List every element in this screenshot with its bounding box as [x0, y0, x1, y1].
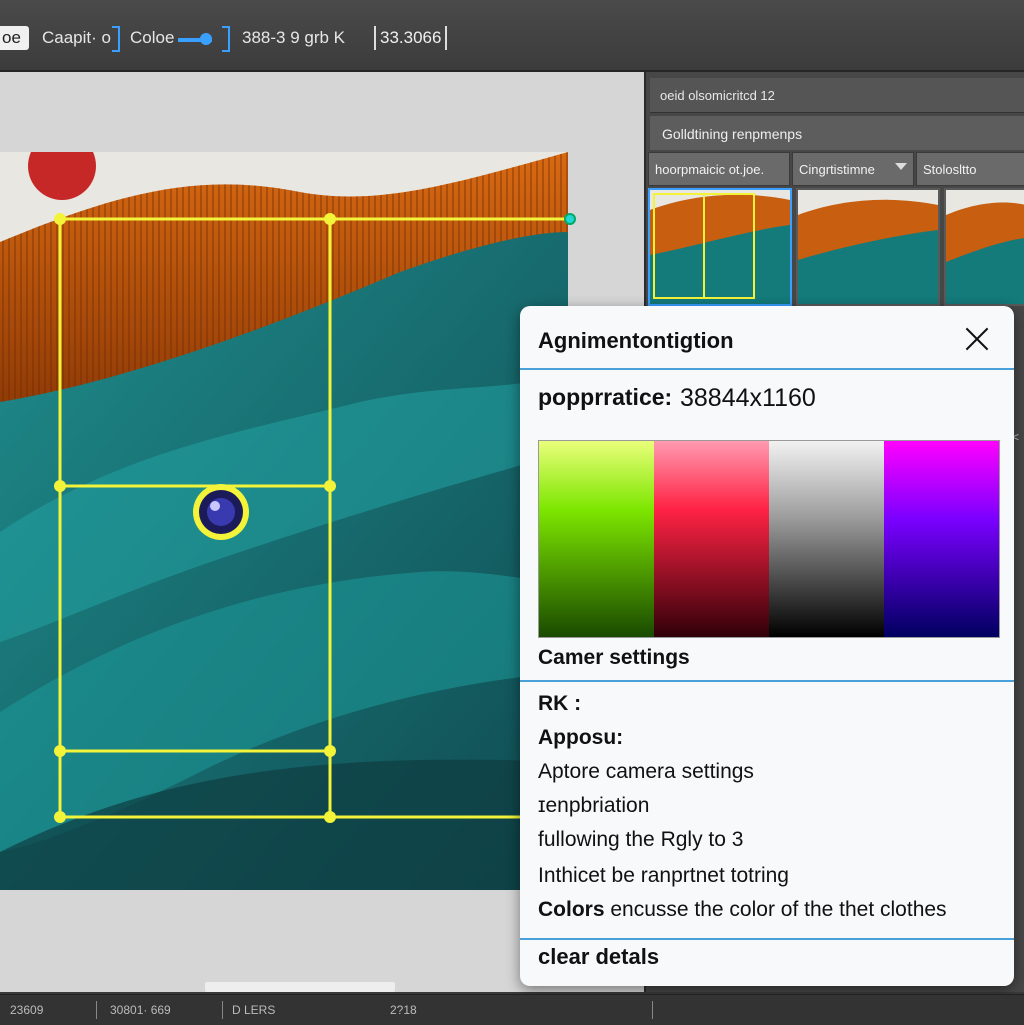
- swatch-gray[interactable]: [769, 441, 884, 637]
- setting-line: Inthicet be ranprtnet totring: [538, 864, 789, 887]
- dialog-title: Agnimentontigtion: [538, 328, 734, 353]
- swatch-red[interactable]: [654, 441, 769, 637]
- horizontal-scrollbar[interactable]: [205, 982, 395, 992]
- panel-tabs: hoorpmaicic ot.joe. Cingrtistimne Stolos…: [648, 152, 1024, 186]
- chevron-down-icon: [895, 163, 907, 170]
- colors-label: Colors: [538, 898, 605, 921]
- top-toolbar: oe Caapit· o Coloe 388-3 9 grb K 33.3066: [0, 0, 1024, 72]
- panel-header: oeid olsomicritcd 12: [650, 78, 1024, 113]
- color-slider-handle[interactable]: [200, 33, 212, 45]
- divider: [520, 938, 1014, 940]
- tab-3[interactable]: Stolosltto: [916, 152, 1024, 186]
- setting-line: RK :: [538, 692, 582, 715]
- setting-line: fullowing the Rgly to 3: [538, 828, 744, 851]
- dialog-footer-text: clear detals: [538, 944, 660, 969]
- close-icon[interactable]: [962, 324, 992, 354]
- tab-label: hoorpmaicic ot.joe.: [655, 162, 765, 177]
- divider: [652, 1001, 653, 1019]
- colors-text: encusse the color of the thet clothes: [604, 898, 947, 921]
- status-mid: 30801· 669: [110, 1003, 171, 1017]
- resolution-value: 38844x1160: [680, 384, 816, 412]
- thumbnail-3[interactable]: [944, 188, 1024, 306]
- tab-label: Stolosltto: [923, 162, 977, 177]
- setting-line: Apposu:: [538, 726, 624, 749]
- panel-header-label: oeid olsomicritcd 12: [660, 88, 775, 103]
- status-left: 23609: [10, 1003, 44, 1017]
- mode-button[interactable]: oe: [0, 26, 29, 50]
- sweater-photo[interactable]: [0, 152, 568, 890]
- tab-1[interactable]: hoorpmaicic ot.joe.: [648, 152, 790, 186]
- thumbnail-2[interactable]: [796, 188, 940, 306]
- capture-menu[interactable]: Caapit· o: [42, 28, 111, 48]
- divider: [96, 1001, 97, 1019]
- divider: [222, 1001, 223, 1019]
- panel-section[interactable]: Golldtining renpmenps: [650, 116, 1024, 150]
- tab-2[interactable]: Cingrtistimne: [792, 152, 914, 186]
- status-right: 2?18: [390, 1003, 417, 1017]
- color-swatches: [538, 440, 1000, 638]
- setting-line: ɪenpbriation: [538, 794, 650, 817]
- value-field[interactable]: 33.3066: [374, 26, 448, 50]
- panel-section-title: Golldtining renpmenps: [662, 126, 803, 142]
- divider: [520, 680, 1014, 682]
- setting-line: Aptore camera settings: [538, 760, 754, 783]
- swatch-violet[interactable]: [884, 441, 999, 637]
- divider: [520, 368, 1014, 370]
- camera-settings-dialog: Agnimentontigtion popprratice: 38844x116…: [520, 306, 1014, 986]
- colors-line: Colors encusse the color of the thet clo…: [538, 898, 947, 922]
- bracket-icon: [222, 26, 230, 52]
- resolution-label: popprratice:: [538, 384, 673, 410]
- status-bar: 23609 30801· 669 D LERS 2?18: [0, 994, 1024, 1025]
- thumbnail-1[interactable]: [648, 188, 792, 306]
- swatch-green[interactable]: [539, 441, 654, 637]
- section-title: Camer settings: [538, 646, 690, 669]
- color-menu[interactable]: Coloe: [130, 28, 174, 48]
- dimensions-readout: 388-3 9 grb K: [242, 28, 346, 47]
- status-mode: D LERS: [232, 1003, 276, 1017]
- bracket-icon: [112, 26, 120, 52]
- tab-label: Cingrtistimne: [799, 162, 875, 177]
